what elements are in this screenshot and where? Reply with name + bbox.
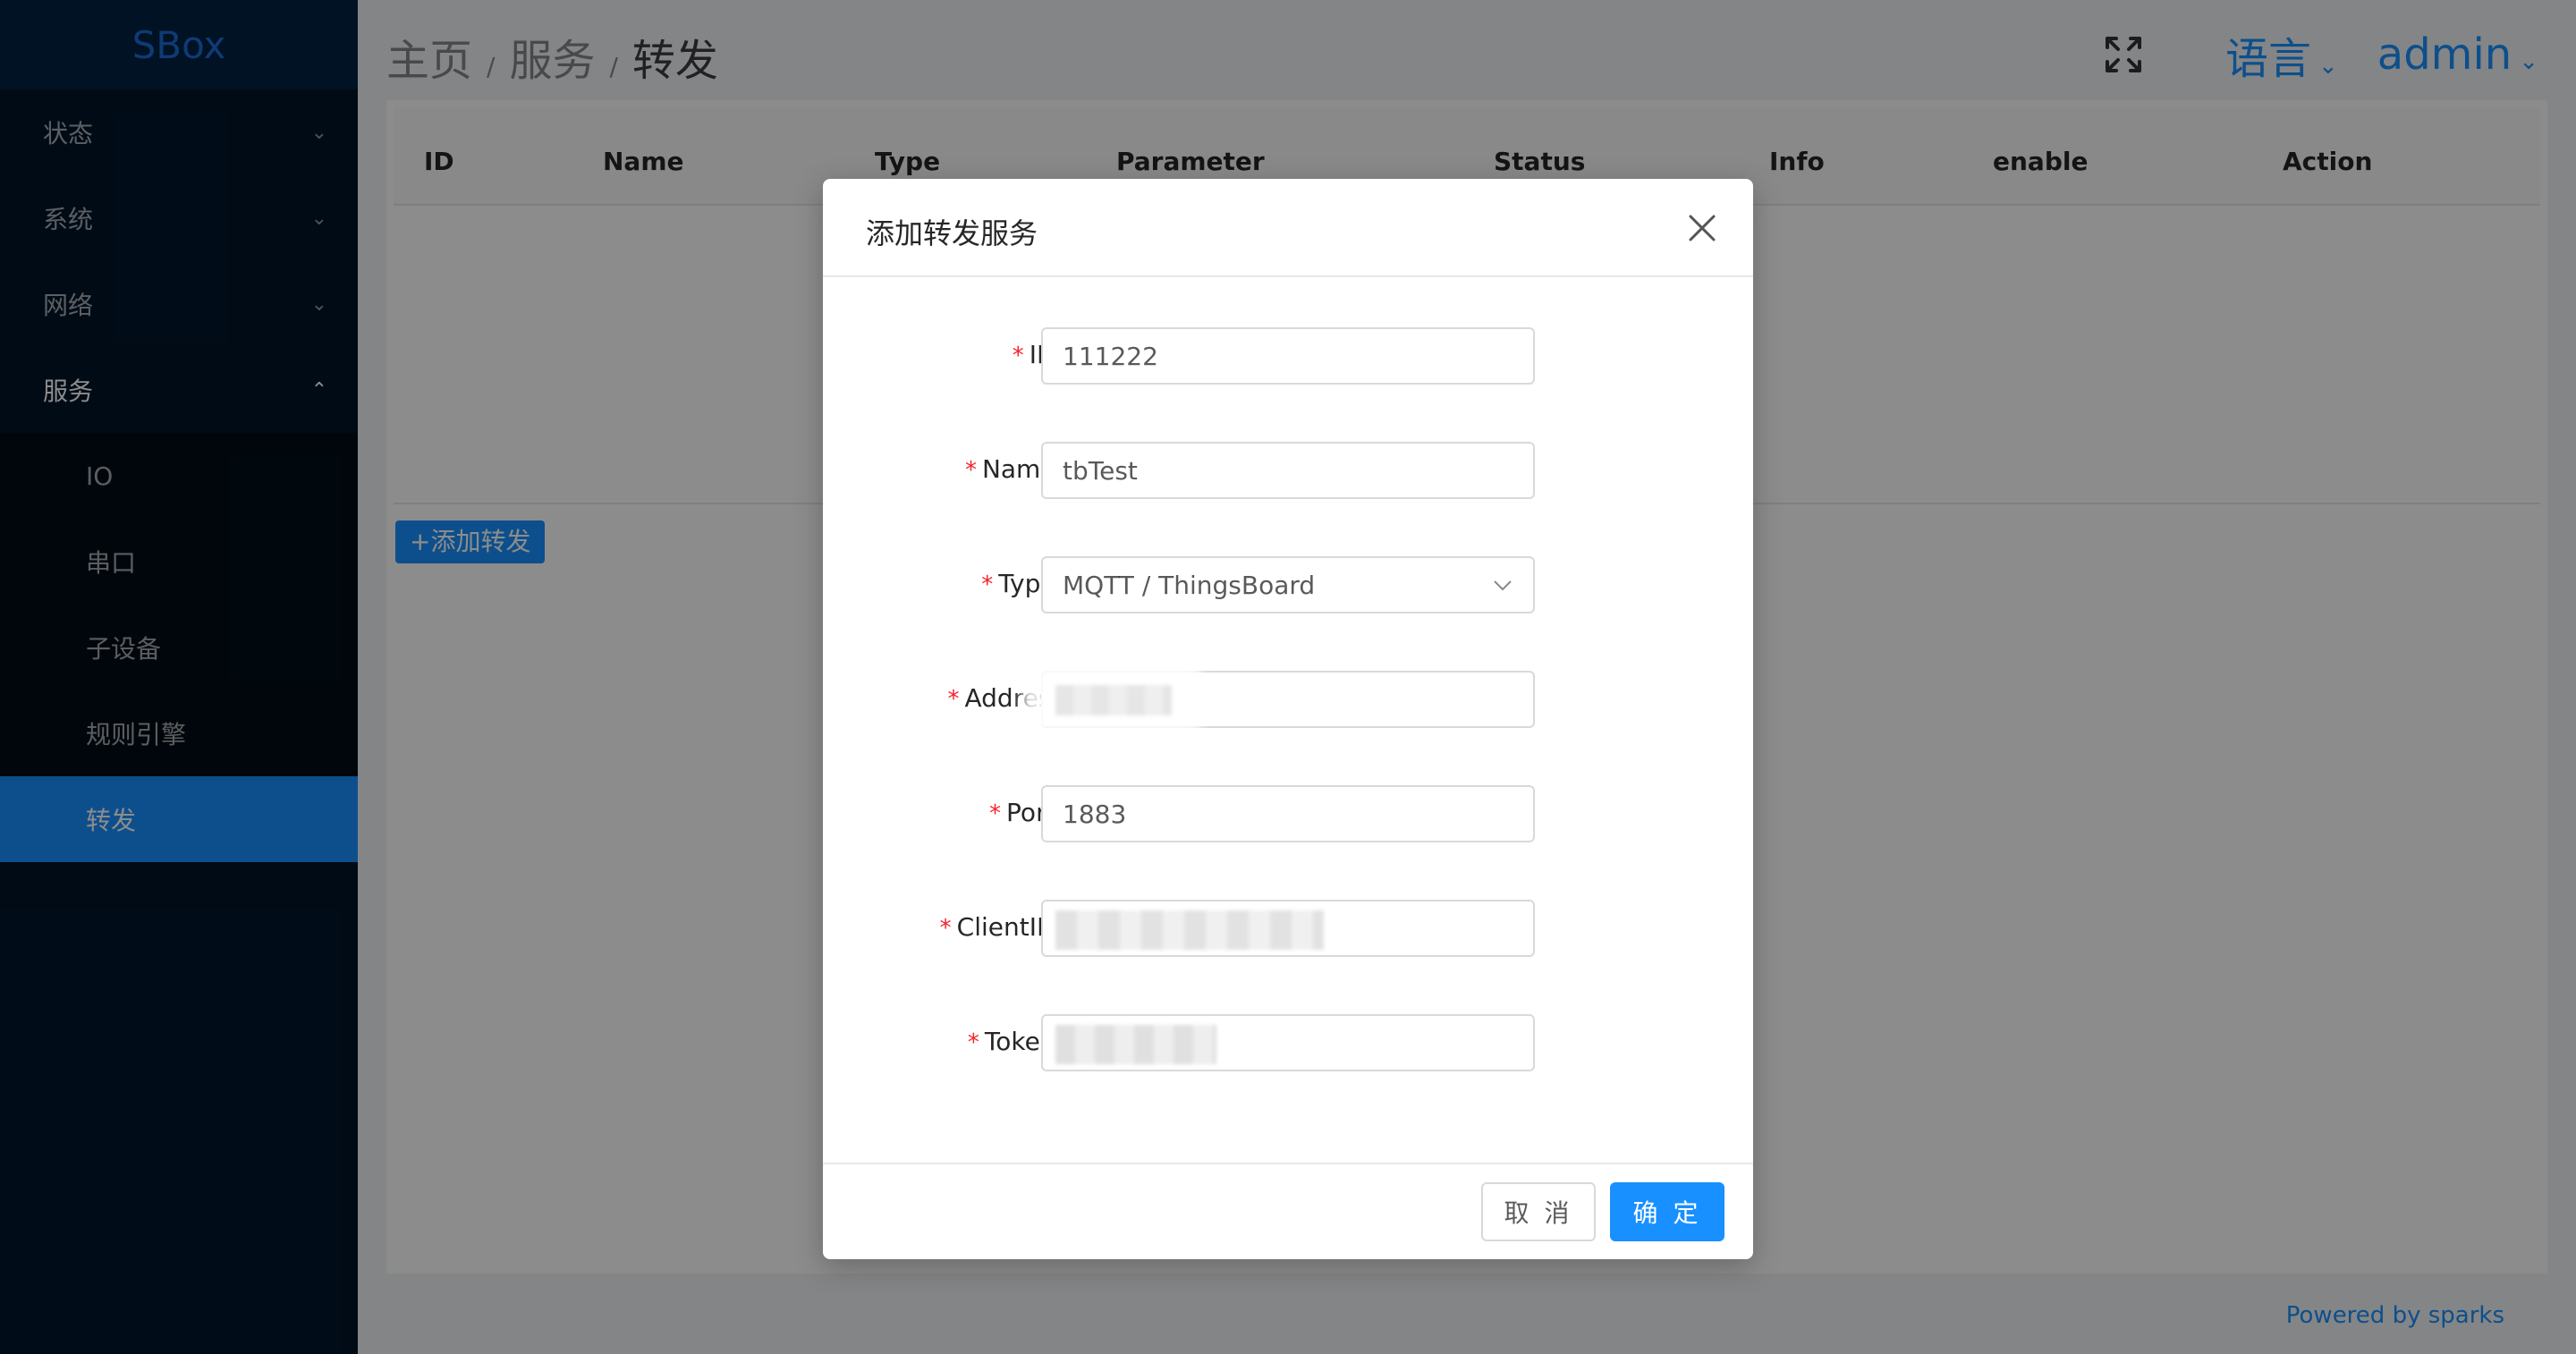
id-input[interactable]: 111222	[1041, 327, 1535, 385]
ok-button[interactable]: 确 定	[1610, 1182, 1724, 1241]
form-row-id: *ID: 111222	[823, 327, 1753, 385]
token-input[interactable]	[1041, 1014, 1535, 1071]
form-row-type: *Type: MQTT / ThingsBoard	[823, 556, 1753, 614]
select-value: MQTT / ThingsBoard	[1063, 570, 1316, 600]
cancel-button[interactable]: 取 消	[1481, 1182, 1596, 1241]
chevron-down-icon	[1494, 580, 1512, 591]
required-mark: *	[947, 686, 960, 713]
input-value: tbTest	[1063, 455, 1138, 486]
form-row-clientid: *ClientID:	[823, 900, 1753, 957]
required-mark: *	[1012, 343, 1024, 369]
required-mark: *	[964, 457, 977, 484]
redacted-value	[1055, 910, 1324, 950]
form-row-port: *Port: 1883	[823, 785, 1753, 842]
redacted-value	[1055, 685, 1172, 715]
modal-header: 添加转发服务	[823, 179, 1753, 277]
required-mark: *	[981, 571, 994, 598]
redacted-value	[1055, 1025, 1216, 1064]
required-mark: *	[989, 800, 1002, 827]
address-input[interactable]	[1021, 662, 1535, 733]
required-mark: *	[939, 915, 952, 942]
form-row-address: * Address	[823, 662, 1753, 733]
required-mark: *	[967, 1029, 979, 1056]
form-row-name: *Name: tbTest	[823, 442, 1753, 499]
port-input[interactable]: 1883	[1041, 785, 1535, 842]
input-value: 1883	[1063, 799, 1127, 829]
modal-title: 添加转发服务	[866, 216, 1038, 250]
input-value: 111222	[1063, 341, 1158, 371]
form-row-token: *Token:	[823, 1014, 1753, 1071]
close-icon[interactable]	[1687, 213, 1717, 243]
name-input[interactable]: tbTest	[1041, 442, 1535, 499]
clientid-input[interactable]	[1041, 900, 1535, 957]
add-forward-modal: 添加转发服务 *ID: 111222 *Name: tbTest *Type: …	[823, 179, 1753, 1259]
modal-footer: 取 消 确 定	[823, 1163, 1753, 1259]
type-select[interactable]: MQTT / ThingsBoard	[1041, 556, 1535, 614]
